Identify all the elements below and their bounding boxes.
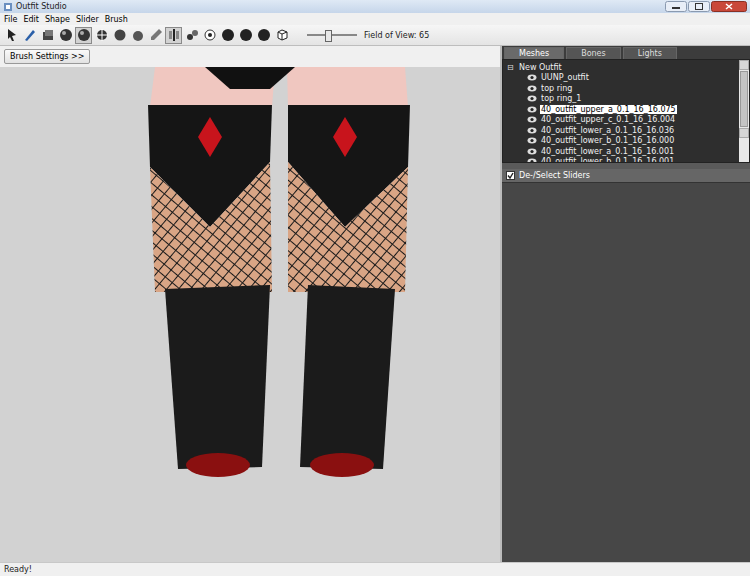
tree-item[interactable]: top ring (507, 83, 739, 94)
select-sliders-checkbox[interactable] (506, 171, 515, 180)
tree-scrollbar[interactable] (739, 60, 749, 162)
tool-button[interactable] (129, 27, 146, 44)
tool-button[interactable] (201, 27, 218, 44)
tool-button[interactable] (3, 27, 20, 44)
tree-item[interactable]: 40_outfit_lower_a_0.1_16_16.036 (507, 125, 739, 136)
transform-icon (23, 28, 37, 42)
color-icon (149, 28, 163, 42)
app-icon (3, 2, 13, 12)
tab[interactable]: Lights (623, 47, 677, 59)
menu-bar: File Edit Shape Slider Brush (0, 13, 750, 25)
tree-item[interactable]: 40_outfit_upper_a_0.1_16_16.075 (507, 104, 739, 115)
deflate-icon (77, 28, 91, 42)
fov-label: Field of View: 65 (364, 31, 429, 40)
window-title: Outfit Studio (16, 2, 67, 11)
tree-item[interactable]: 40_outfit_lower_a_0.1_16_16.001 (507, 146, 739, 157)
tool-button[interactable] (237, 27, 254, 44)
tool-button[interactable] (183, 27, 200, 44)
eye-icon[interactable] (527, 85, 537, 92)
eye-icon[interactable] (527, 106, 537, 113)
eye-icon[interactable] (527, 127, 537, 134)
eye-icon[interactable] (527, 158, 537, 162)
tree-item[interactable]: 40_outfit_upper_c_0.1_16_16.004 (507, 115, 739, 126)
tool-button[interactable] (57, 27, 74, 44)
tab[interactable]: Bones (566, 47, 621, 59)
tool-button[interactable] (21, 27, 38, 44)
cube-icon (275, 28, 289, 42)
menu-item[interactable]: Shape (45, 15, 70, 24)
tab[interactable]: Meshes (504, 47, 564, 59)
select-icon (5, 28, 19, 42)
viewport-pane: Brush Settings >> (0, 46, 502, 562)
slider-header: De-/Select Sliders (502, 169, 750, 183)
eye-icon[interactable] (527, 116, 537, 123)
fov-slider[interactable] (307, 29, 357, 41)
tool-button[interactable] (255, 27, 272, 44)
link-icon (185, 28, 199, 42)
outfit-studio-window: Outfit Studio File Edit Shape Slider Brush F… (0, 0, 750, 576)
expand-toggle[interactable]: ⊟ (507, 63, 516, 72)
mesh-tree: ⊟ New Outfit UUNP_outfit top ring top ri… (502, 59, 750, 163)
slider-list (502, 183, 750, 562)
3d-viewport[interactable] (0, 67, 500, 562)
brush-settings-button[interactable]: Brush Settings >> (4, 49, 90, 64)
toolbar: Field of View: 65 (0, 25, 750, 46)
tool-button[interactable] (93, 27, 110, 44)
tool-button[interactable] (219, 27, 236, 44)
sphere-icon (221, 28, 235, 42)
tool-button[interactable] (147, 27, 164, 44)
tree-item[interactable]: 40_outfit_lower_b_0.1_16_16.000 (507, 136, 739, 147)
inflate-icon (59, 28, 73, 42)
tool-button[interactable] (273, 27, 290, 44)
status-bar: Ready! (0, 562, 750, 576)
dot-icon (203, 28, 217, 42)
maximize-icon[interactable] (688, 1, 710, 12)
tree-item[interactable]: 40_outfit_lower_b_0.1_16_16.001 (507, 157, 739, 163)
tool-button[interactable] (75, 27, 92, 44)
sphere-icon (257, 28, 271, 42)
eye-icon[interactable] (527, 137, 537, 144)
tool-button[interactable] (39, 27, 56, 44)
tree-root[interactable]: ⊟ New Outfit (507, 62, 739, 73)
eye-icon[interactable] (527, 95, 537, 102)
sphere-icon (239, 28, 253, 42)
minimize-icon[interactable] (665, 1, 687, 12)
mirror-icon (167, 28, 181, 42)
tree-item[interactable]: top ring_1 (507, 94, 739, 105)
menu-item[interactable]: File (4, 15, 17, 24)
close-icon[interactable] (711, 1, 747, 12)
menu-item[interactable]: Edit (23, 15, 39, 24)
smooth-icon (113, 28, 127, 42)
eye-icon[interactable] (527, 74, 537, 81)
mask-icon (41, 28, 55, 42)
weight-icon (131, 28, 145, 42)
check-icon (507, 172, 514, 179)
menu-item[interactable]: Brush (105, 15, 128, 24)
model-render (0, 67, 500, 562)
tree-item[interactable]: UUNP_outfit (507, 73, 739, 84)
title-bar: Outfit Studio (0, 0, 750, 13)
tool-button[interactable] (165, 27, 182, 44)
move-icon (95, 28, 109, 42)
eye-icon[interactable] (527, 148, 537, 155)
menu-item[interactable]: Slider (76, 15, 99, 24)
tool-button[interactable] (111, 27, 128, 44)
tab-bar: MeshesBonesLights (502, 46, 750, 59)
